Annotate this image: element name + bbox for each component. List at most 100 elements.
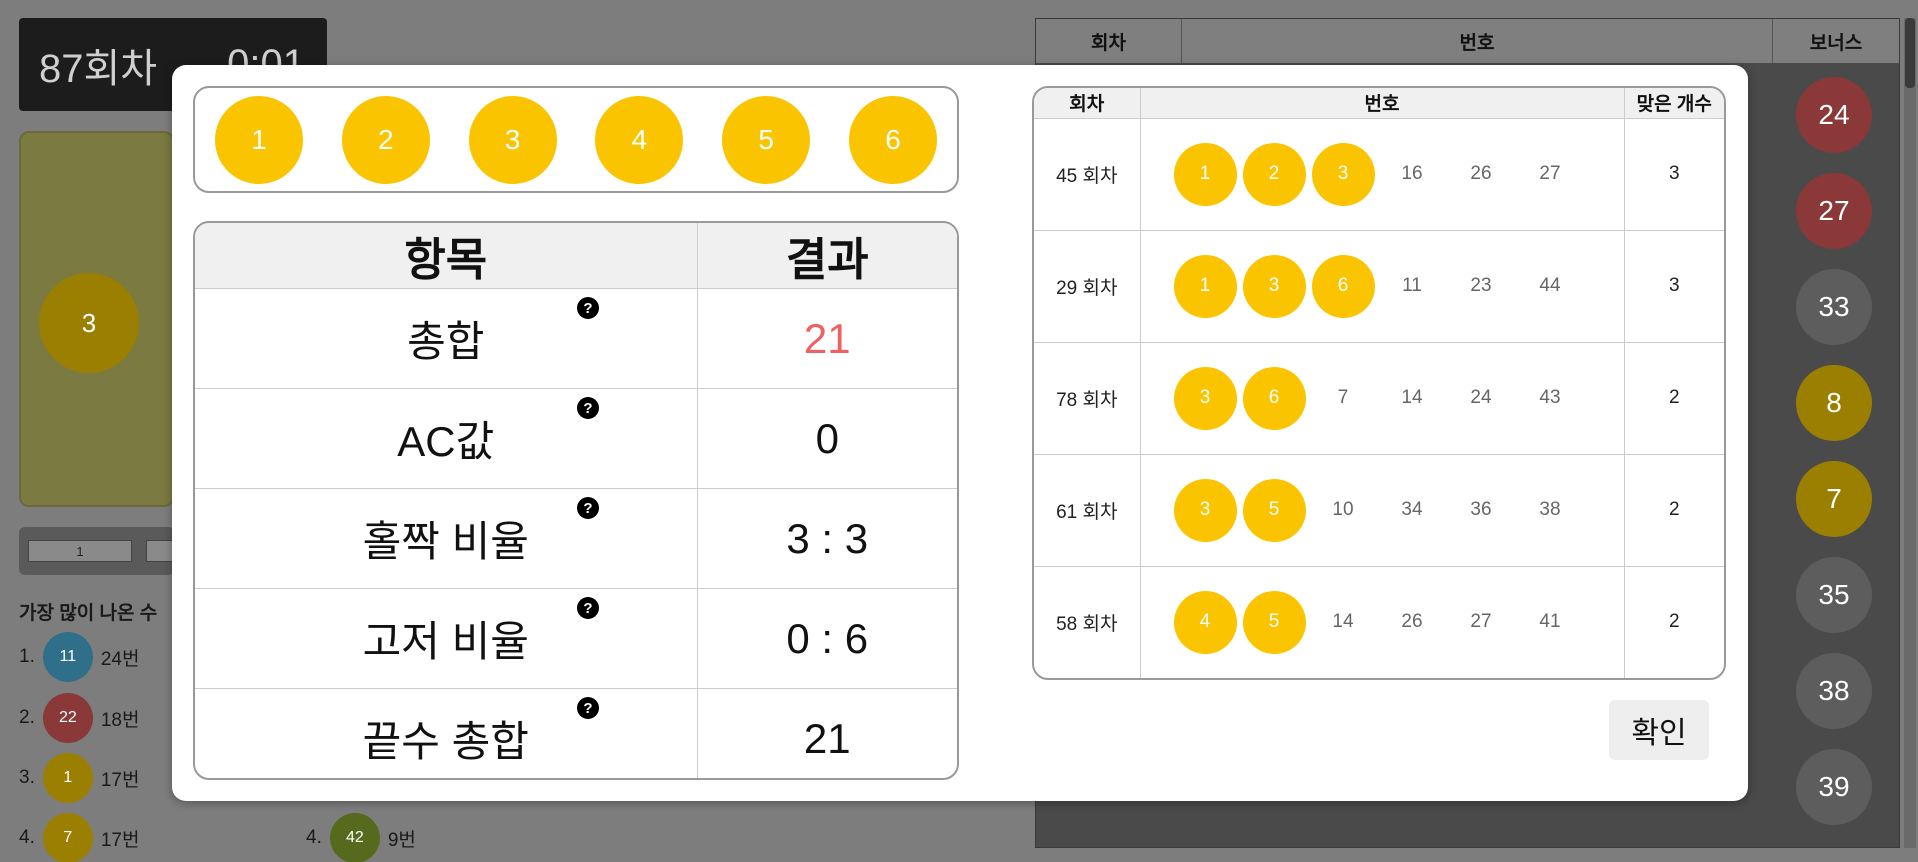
history-header-round: 회차 xyxy=(1034,88,1141,119)
history-row: 29 회차 1 3 6 11 23 44 3 xyxy=(1034,230,1724,343)
stats-table: 항목 결과 총합? 21 AC값? 0 홀짝 비율? 3 : 3 고저 비율? 0 : 6 끝수… xyxy=(193,221,959,780)
history-numbers-cell: 4 5 14 26 27 41 xyxy=(1140,566,1625,678)
frequency-item: 2. 22 18번 xyxy=(19,693,139,743)
help-icon[interactable]: ? xyxy=(577,597,599,619)
stats-row: AC값? 0 xyxy=(195,388,957,489)
frequency-item: 4. 7 17번 xyxy=(19,813,139,862)
frequency-item: 1. 11 24번 xyxy=(19,632,139,682)
selected-ball: 1 xyxy=(215,95,303,184)
history-numbers-cell: 1 2 3 16 26 27 xyxy=(1140,118,1625,231)
history-row: 45 회차 1 2 3 16 26 27 3 xyxy=(1034,118,1724,231)
history-number: 43 xyxy=(1539,387,1561,408)
history-number-matched: 3 xyxy=(1311,142,1375,206)
history-number: 7 xyxy=(1337,387,1349,408)
stats-item-label: 총합 xyxy=(407,318,485,365)
stats-item-cell: 끝수 총합? xyxy=(195,688,698,778)
scrollbar-thumb[interactable] xyxy=(1905,18,1915,88)
history-number: 27 xyxy=(1470,611,1492,633)
frequency-rank: 2. xyxy=(19,707,35,728)
history-number: 41 xyxy=(1539,611,1561,633)
frequency-title: 가장 많이 나온 수 xyxy=(19,603,158,624)
stats-result-value: 0 : 6 xyxy=(786,614,869,662)
bonus-ball: 35 xyxy=(1796,557,1872,633)
help-icon[interactable]: ? xyxy=(577,497,599,519)
history-header-matched: 맞은 개수 xyxy=(1624,88,1724,119)
history-round: 78 회차 xyxy=(1034,342,1141,455)
history-numbers-cell: 3 5 10 34 36 38 xyxy=(1140,454,1625,567)
analysis-modal: 1 2 3 4 5 6 항목 결과 총합? 21 AC값? 0 홀짝 비율? 3 : 3고… xyxy=(172,65,1748,801)
history-matched-count: 2 xyxy=(1624,454,1724,567)
frequency-count: 17번 xyxy=(100,769,140,791)
history-row: 61 회차 3 5 10 34 36 38 2 xyxy=(1034,454,1724,567)
history-round: 29 회차 xyxy=(1034,230,1141,343)
history-number: 10 xyxy=(1332,499,1354,520)
frequency-rank: 4. xyxy=(306,827,322,848)
confirm-button[interactable]: 확인 xyxy=(1609,700,1709,760)
history-number-matched: 5 xyxy=(1242,478,1306,542)
frequency-rank: 4. xyxy=(19,827,35,848)
history-number: 36 xyxy=(1470,499,1492,520)
help-icon[interactable]: ? xyxy=(577,297,599,319)
stats-item-label: 끝수 총합 xyxy=(362,718,529,766)
stats-row: 고저 비율? 0 : 6 xyxy=(195,588,957,689)
scrollbar[interactable] xyxy=(1904,18,1916,848)
history-matched-count: 3 xyxy=(1624,230,1724,343)
stats-result-cell: 21 xyxy=(697,288,957,389)
frequency-ball: 7 xyxy=(42,813,93,862)
frequency-item: 4. 42 9번 xyxy=(306,813,416,862)
frequency-ball: 42 xyxy=(329,813,380,862)
round-label: 87회차 xyxy=(39,46,158,91)
frequency-count: 18번 xyxy=(100,709,140,731)
bg-header-round: 회차 xyxy=(1036,19,1182,63)
history-round: 61 회차 xyxy=(1034,454,1141,567)
stats-result-cell: 3 : 3 xyxy=(697,488,957,589)
selected-ball: 2 xyxy=(341,95,430,184)
history-header-numbers: 번호 xyxy=(1140,88,1625,119)
history-number-matched: 1 xyxy=(1173,142,1237,206)
history-number-matched: 3 xyxy=(1173,366,1237,430)
history-row: 58 회차 4 5 14 26 27 41 2 xyxy=(1034,566,1724,678)
stats-header-item: 항목 xyxy=(195,223,698,289)
bg-header-numbers: 번호 xyxy=(1182,19,1773,63)
bonus-ball: 7 xyxy=(1796,461,1872,537)
pager-input-1[interactable]: 1 xyxy=(28,540,132,562)
bonus-ball: 38 xyxy=(1796,653,1872,729)
history-number: 11 xyxy=(1402,275,1422,296)
stats-result-cell: 0 xyxy=(697,388,957,489)
selected-ball: 4 xyxy=(595,95,684,184)
history-number: 26 xyxy=(1470,163,1492,184)
frequency-ball: 22 xyxy=(42,693,93,743)
history-round: 58 회차 xyxy=(1034,566,1141,678)
draw-card: 3 xyxy=(19,131,174,507)
stats-header-result: 결과 xyxy=(697,223,957,289)
frequency-count: 9번 xyxy=(387,829,416,851)
frequency-item: 3. 1 17번 xyxy=(19,753,139,803)
bg-header-bonus: 보너스 xyxy=(1809,32,1863,54)
stats-result-value: 21 xyxy=(803,314,851,362)
frequency-count: 17번 xyxy=(100,829,140,851)
stats-result-value: 3 : 3 xyxy=(786,514,869,562)
history-round: 45 회차 xyxy=(1034,118,1141,231)
selected-ball: 6 xyxy=(848,95,937,184)
history-number: 16 xyxy=(1401,163,1423,184)
help-icon[interactable]: ? xyxy=(577,397,599,419)
history-number-matched: 6 xyxy=(1311,254,1375,318)
history-number: 23 xyxy=(1470,275,1492,296)
frequency-rank: 1. xyxy=(19,646,35,667)
history-number-matched: 6 xyxy=(1242,366,1306,430)
history-numbers-cell: 3 6 7 14 24 43 xyxy=(1140,342,1625,455)
stats-item-label: 고저 비율 xyxy=(362,618,529,665)
history-number: 26 xyxy=(1401,611,1423,633)
history-number: 14 xyxy=(1332,611,1354,633)
bonus-ball: 24 xyxy=(1796,77,1872,153)
help-icon[interactable]: ? xyxy=(577,697,599,719)
history-numbers-cell: 1 3 6 11 23 44 xyxy=(1140,230,1625,343)
history-number: 24 xyxy=(1470,387,1492,408)
stats-result-cell: 21 xyxy=(697,689,957,779)
history-number: 34 xyxy=(1401,499,1423,520)
bonus-ball: 8 xyxy=(1796,365,1872,441)
pager: 1 xyxy=(19,527,176,575)
frequency-ball: 11 xyxy=(42,632,93,682)
bonus-ball: 33 xyxy=(1796,269,1872,345)
stats-row: 끝수 총합? 21 xyxy=(195,688,957,779)
